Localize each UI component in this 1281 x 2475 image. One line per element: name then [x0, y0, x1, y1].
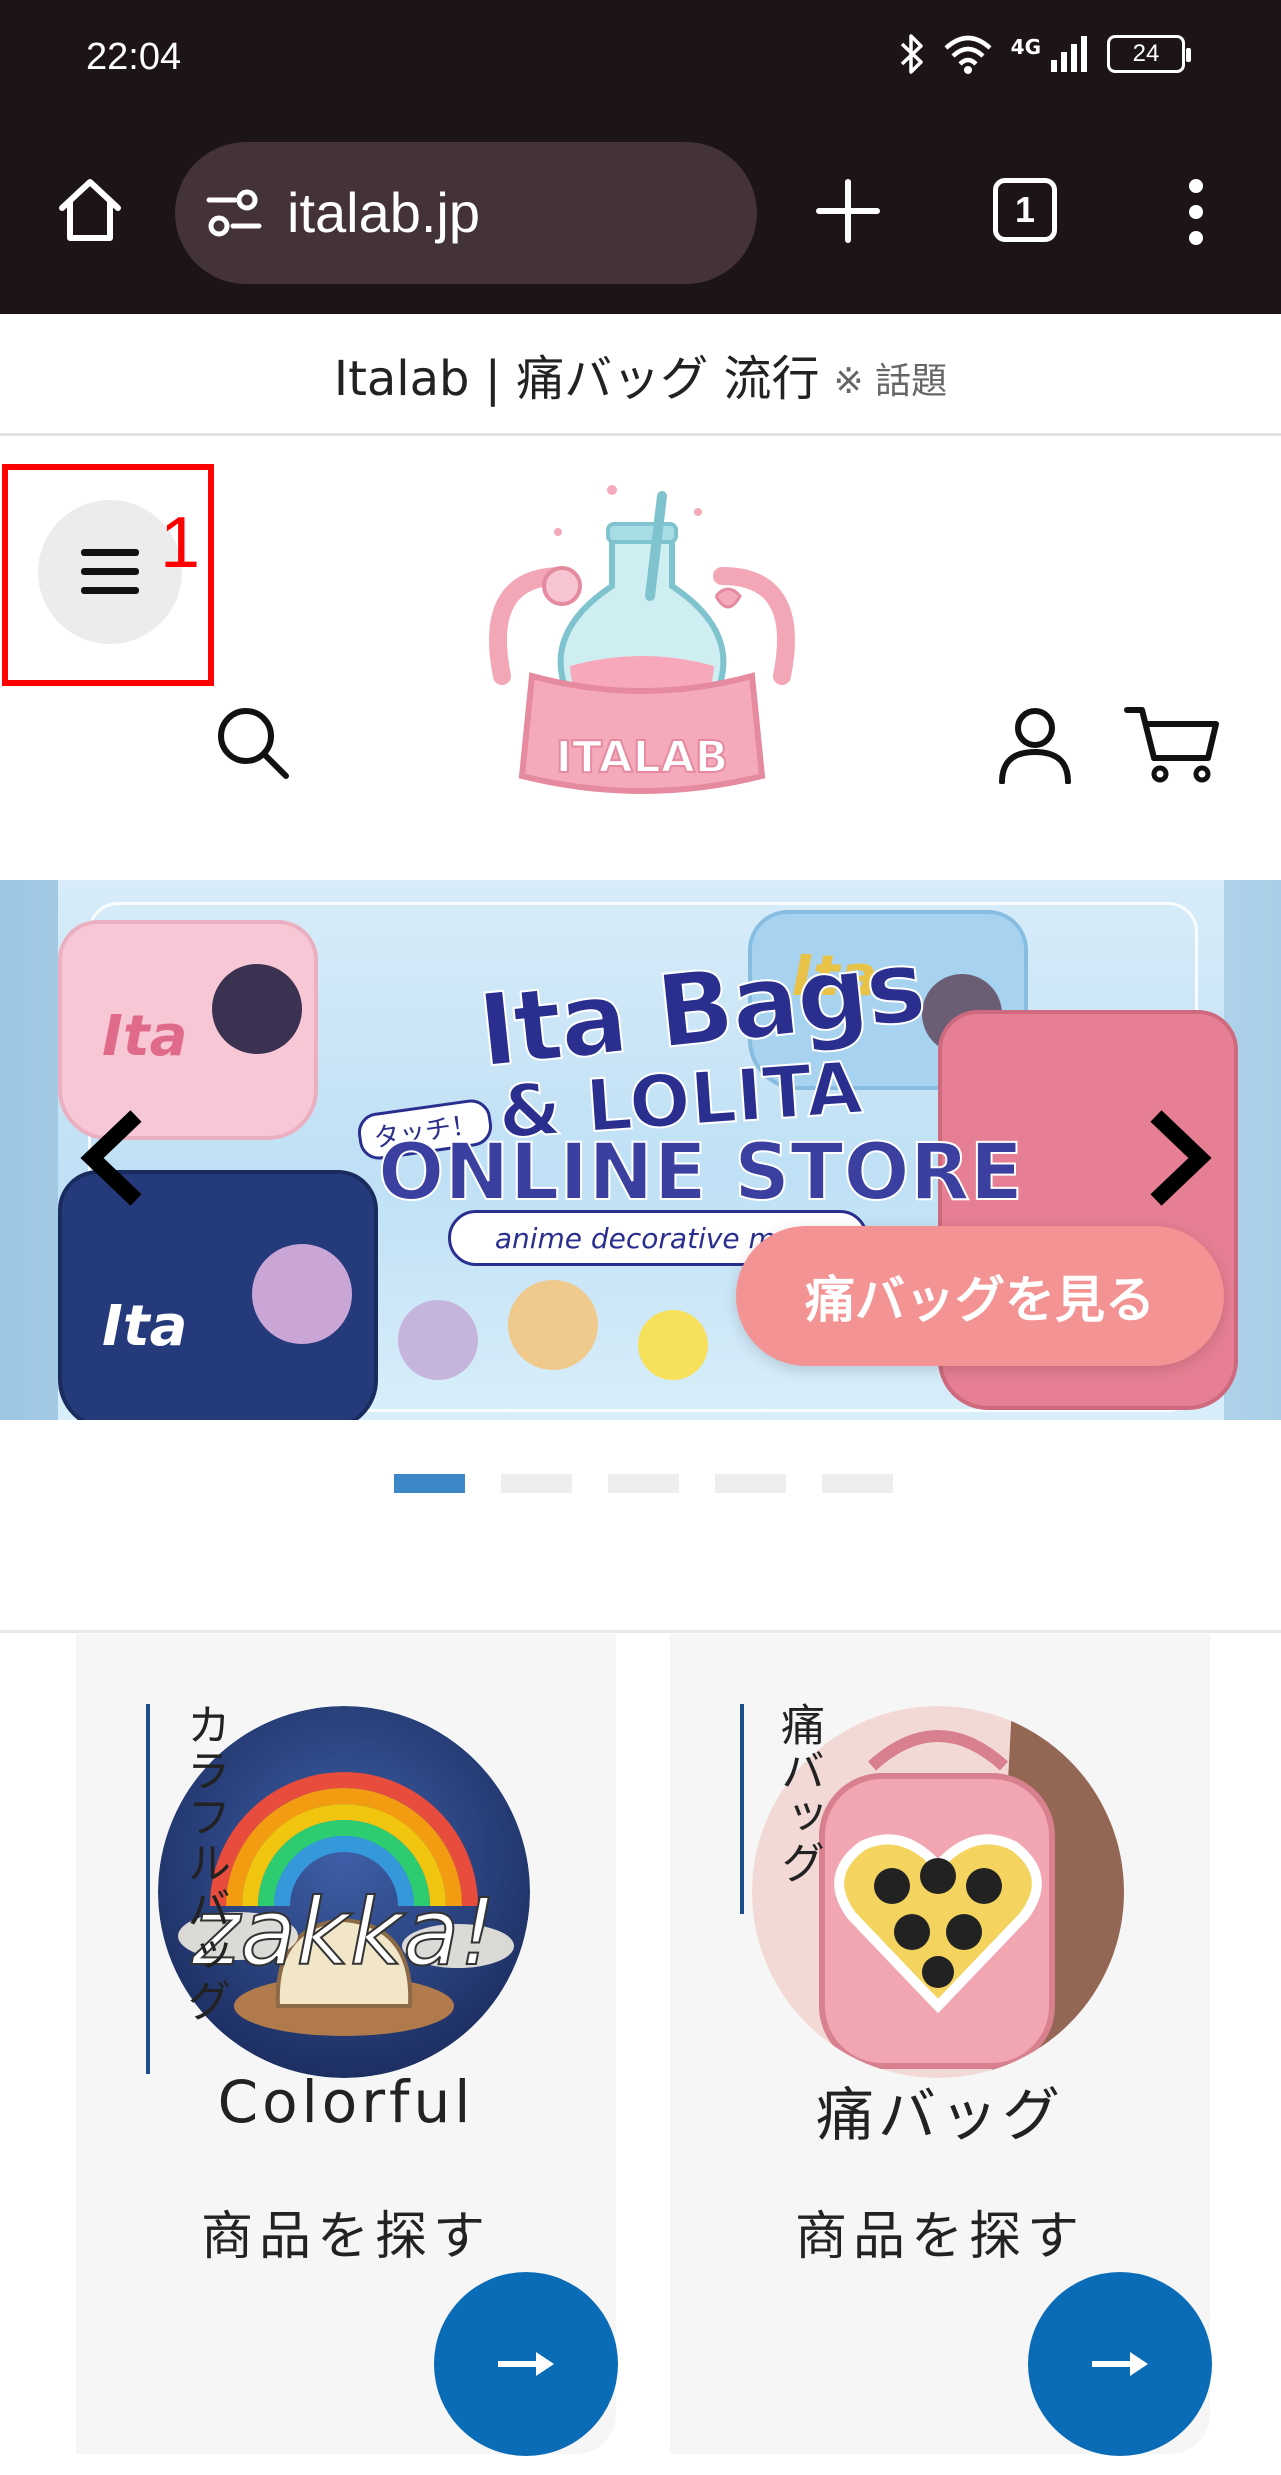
go-button[interactable] — [1028, 2272, 1212, 2456]
account-icon[interactable] — [996, 706, 1074, 784]
vertical-accent-line — [146, 1704, 150, 2074]
hero-bag-image: Ita — [58, 920, 318, 1140]
carousel-dot[interactable] — [822, 1474, 893, 1493]
arrow-right-icon — [1092, 2352, 1148, 2376]
home-icon[interactable] — [54, 174, 126, 246]
section-divider — [0, 1630, 1281, 1633]
logo-text: ITALAB — [556, 732, 729, 783]
address-bar[interactable]: italab.jp — [175, 142, 757, 284]
status-time: 22:04 — [86, 36, 182, 78]
category-subtitle: 商品を探す — [794, 2207, 1085, 2267]
view-ita-bags-button[interactable]: 痛バッグを見る — [736, 1226, 1224, 1366]
category-vertical-label: カラフルバッグ — [179, 1702, 230, 2024]
carousel-dot[interactable] — [501, 1474, 572, 1493]
go-button[interactable] — [434, 2272, 618, 2456]
category-card-colorful[interactable]: zakka! カラフルバッグ Colorful 商品を探す — [76, 1634, 618, 2456]
cart-icon[interactable] — [1124, 704, 1220, 784]
category-subtitle: 商品を探す — [200, 2207, 491, 2267]
category-title: Colorful — [217, 2068, 475, 2136]
carousel-pagination — [394, 1474, 893, 1493]
badge-text: zakka! — [191, 1879, 496, 1986]
network-type: 4G — [1010, 35, 1041, 59]
category-title: 痛バッグ — [815, 2081, 1064, 2149]
new-tab-icon[interactable] — [815, 178, 881, 244]
more-icon[interactable] — [1180, 176, 1212, 248]
announcement-bar[interactable]: Italab | 痛バッグ 流行 ※ 話題 — [0, 314, 1281, 436]
announcement-note: ※ 話題 — [833, 360, 948, 402]
chevron-right-icon[interactable] — [1142, 1108, 1212, 1208]
hero-carousel[interactable]: Ita Ita Ita タッチ！ Ita Bags & LOLITA ONLIN… — [0, 880, 1281, 1420]
search-icon[interactable] — [214, 704, 290, 780]
category-card-ita-bag[interactable]: 痛バッグ 痛バッグ 商品を探す — [670, 1634, 1212, 2456]
vertical-accent-line — [740, 1704, 744, 1914]
carousel-dot[interactable] — [608, 1474, 679, 1493]
status-bar: 22:04 4G 24 — [0, 0, 1281, 118]
bluetooth-icon — [900, 34, 923, 74]
battery-icon: 24 — [1107, 35, 1191, 73]
status-icons: 4G 24 — [899, 34, 1191, 74]
carousel-dot[interactable] — [715, 1474, 786, 1493]
bag-label: Ita — [102, 1294, 188, 1359]
arrow-right-icon — [498, 2352, 554, 2376]
battery-level: 24 — [1132, 40, 1160, 67]
chevron-left-icon[interactable] — [80, 1108, 150, 1208]
italab-logo[interactable]: ITALAB — [462, 476, 822, 816]
bag-label: Ita — [102, 1004, 188, 1069]
browser-toolbar: italab.jp 1 — [0, 118, 1281, 314]
hero-character — [508, 1280, 598, 1370]
url-text: italab.jp — [287, 181, 481, 244]
hero-character — [638, 1310, 708, 1380]
wifi-icon — [944, 35, 992, 74]
tab-count: 1 — [1014, 189, 1036, 230]
tabs-icon[interactable]: 1 — [993, 178, 1057, 242]
hero-character — [398, 1300, 478, 1380]
carousel-dot[interactable] — [394, 1474, 465, 1493]
site-settings-icon[interactable] — [205, 188, 263, 238]
signal-icon — [1051, 36, 1087, 72]
announcement-text: Italab | 痛バッグ 流行 — [333, 350, 820, 407]
annotation-number: 1 — [160, 503, 201, 583]
hero-title-line3: ONLINE STORE — [377, 1127, 1024, 1219]
category-vertical-label: 痛バッグ — [773, 1702, 824, 1886]
